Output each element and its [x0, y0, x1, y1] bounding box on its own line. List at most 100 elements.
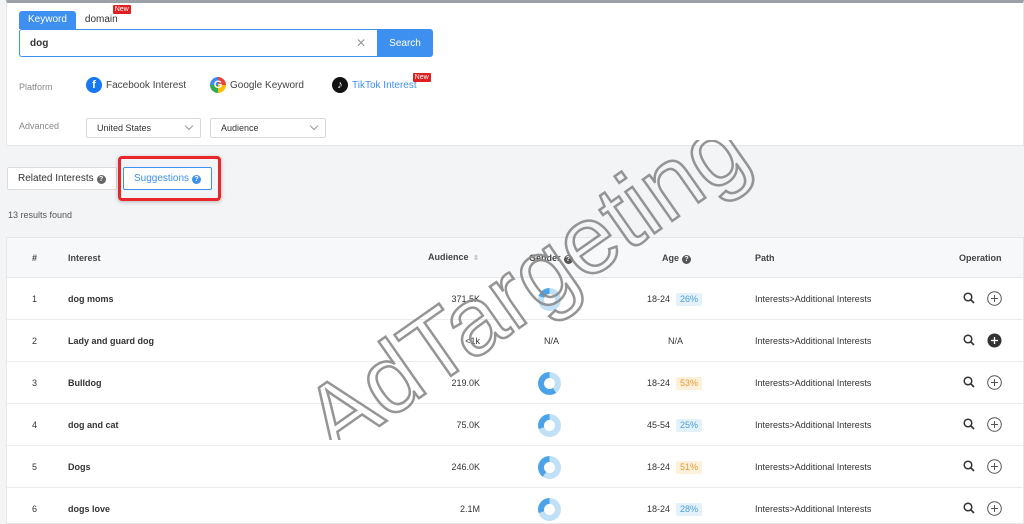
advanced-label: Advanced: [19, 121, 60, 131]
age-cell: 18-24 26%: [647, 293, 703, 306]
platform-label: Platform: [19, 82, 53, 92]
search-row: ✕ Search: [19, 29, 433, 57]
age-range: 18-24: [647, 378, 671, 388]
table-row: 3 Bulldog 219.0K 18-24 53% Interests>Addi…: [7, 362, 1023, 404]
table-row: 2 Lady and guard dog <1k N/A N/A Interes…: [7, 320, 1023, 362]
age-na: N/A: [668, 336, 684, 346]
col-interest: Interest: [68, 253, 101, 263]
interest-name[interactable]: dog moms: [68, 294, 114, 304]
search-icon[interactable]: [963, 460, 975, 472]
platform-facebook[interactable]: f Facebook Interest: [86, 77, 186, 93]
search-input[interactable]: [19, 29, 377, 57]
platform-facebook-label: Facebook Interest: [106, 79, 187, 91]
add-icon[interactable]: [987, 459, 1002, 474]
platform-tiktok-label: TikTok Interest: [352, 79, 417, 91]
gender-donut: [538, 288, 561, 311]
help-icon: ?: [563, 255, 573, 264]
interest-name[interactable]: Dogs: [68, 462, 91, 472]
country-select[interactable]: United States: [86, 118, 201, 138]
highlight-box: [118, 156, 221, 201]
platform-google[interactable]: G Google Keyword: [210, 77, 304, 93]
age-range: 18-24: [647, 504, 671, 514]
audience-size: <1k: [465, 336, 480, 346]
path: Interests>Additional Interests: [755, 294, 872, 304]
col-path: Path: [755, 253, 775, 263]
age-range: 18-24: [647, 294, 671, 304]
platform-tiktok[interactable]: ♪ TikTok Interest New: [332, 73, 431, 93]
country-select-value: United States: [97, 123, 152, 133]
interest-name[interactable]: Bulldog: [68, 378, 102, 388]
audience-size: 371.5K: [451, 294, 480, 304]
add-icon[interactable]: [987, 417, 1002, 432]
row-number: 6: [32, 504, 38, 514]
table-row: 4 dog and cat 75.0K 45-54 25% Interests>A…: [7, 404, 1023, 446]
table-row: 6 dogs love 2.1M 18-24 28% Interests>Addi…: [7, 488, 1023, 523]
row-number: 5: [32, 462, 38, 472]
age-range: 18-24: [647, 462, 671, 472]
interest-name[interactable]: dog and cat: [68, 420, 119, 430]
path: Interests>Additional Interests: [755, 378, 872, 388]
age-percent: 26%: [676, 293, 703, 306]
search-icon[interactable]: [963, 418, 975, 430]
chevron-down-icon: [309, 121, 319, 131]
audience-select-value: Audience: [221, 123, 259, 133]
audience-select[interactable]: Audience: [210, 118, 326, 138]
new-badge: New: [112, 5, 131, 14]
age-percent: 51%: [676, 461, 703, 474]
search-icon[interactable]: [963, 292, 975, 304]
audience-size: 2.1M: [459, 504, 480, 514]
path: Interests>Additional Interests: [755, 462, 872, 472]
col-gender-label: Gender: [529, 253, 561, 263]
col-audience[interactable]: Audience ⇳: [428, 252, 479, 262]
interest-name[interactable]: Lady and guard dog: [68, 336, 154, 346]
gender-donut: [538, 372, 561, 395]
google-icon: G: [210, 77, 226, 93]
tab-related-interests-label: Related Interests: [18, 173, 94, 184]
age-cell: 18-24 53%: [647, 377, 703, 390]
facebook-icon: f: [86, 77, 102, 93]
add-icon[interactable]: [987, 291, 1002, 306]
chevron-down-icon: [184, 121, 194, 131]
new-badge: New: [412, 73, 431, 82]
col-operation: Operation: [959, 253, 1002, 263]
search-icon[interactable]: [963, 502, 975, 514]
added-icon[interactable]: [987, 333, 1002, 348]
gender-donut: [538, 456, 561, 479]
clear-icon[interactable]: ✕: [355, 36, 367, 50]
table-row: 5 Dogs 246.0K 18-24 51% Interests>Additio…: [7, 446, 1023, 488]
search-button[interactable]: Search: [377, 29, 433, 57]
row-number: 3: [32, 378, 38, 388]
col-age-label: Age: [662, 253, 680, 263]
col-number: #: [32, 253, 38, 263]
search-icon[interactable]: [963, 376, 975, 388]
gender-na: N/A: [544, 336, 560, 346]
audience-size: 246.0K: [451, 462, 480, 472]
audience-size: 75.0K: [456, 420, 480, 430]
age-percent: 25%: [676, 419, 703, 432]
audience-size: 219.0K: [451, 378, 480, 388]
path: Interests>Additional Interests: [755, 504, 872, 514]
tab-related-interests[interactable]: Related Interests?: [7, 167, 117, 190]
tab-domain-label: domain: [84, 14, 118, 25]
sort-icon[interactable]: ⇳: [473, 255, 479, 262]
gender-donut: [538, 498, 561, 521]
search-panel: Keyword domain New ✕ Search Platform f F…: [6, 0, 1024, 146]
results-count: 13 results found: [8, 210, 73, 220]
col-audience-label: Audience: [428, 252, 469, 262]
table-row: 1 dog moms 371.5K 18-24 26% Interests>Add…: [7, 278, 1023, 320]
path: Interests>Additional Interests: [755, 336, 872, 346]
help-icon: ?: [96, 175, 106, 184]
interest-name[interactable]: dogs love: [68, 504, 110, 514]
add-icon[interactable]: [987, 501, 1002, 516]
age-range: 45-54: [647, 420, 671, 430]
add-icon[interactable]: [987, 375, 1002, 390]
tab-keyword[interactable]: Keyword: [19, 11, 76, 29]
row-number: 2: [32, 336, 38, 346]
search-icon[interactable]: [963, 334, 975, 346]
age-percent: 53%: [676, 377, 703, 390]
age-percent: 28%: [676, 503, 703, 516]
tab-domain[interactable]: domain New: [76, 5, 131, 29]
gender-donut: [538, 414, 561, 437]
col-gender: Gender?: [529, 253, 573, 264]
age-cell: 18-24 28%: [647, 503, 703, 516]
